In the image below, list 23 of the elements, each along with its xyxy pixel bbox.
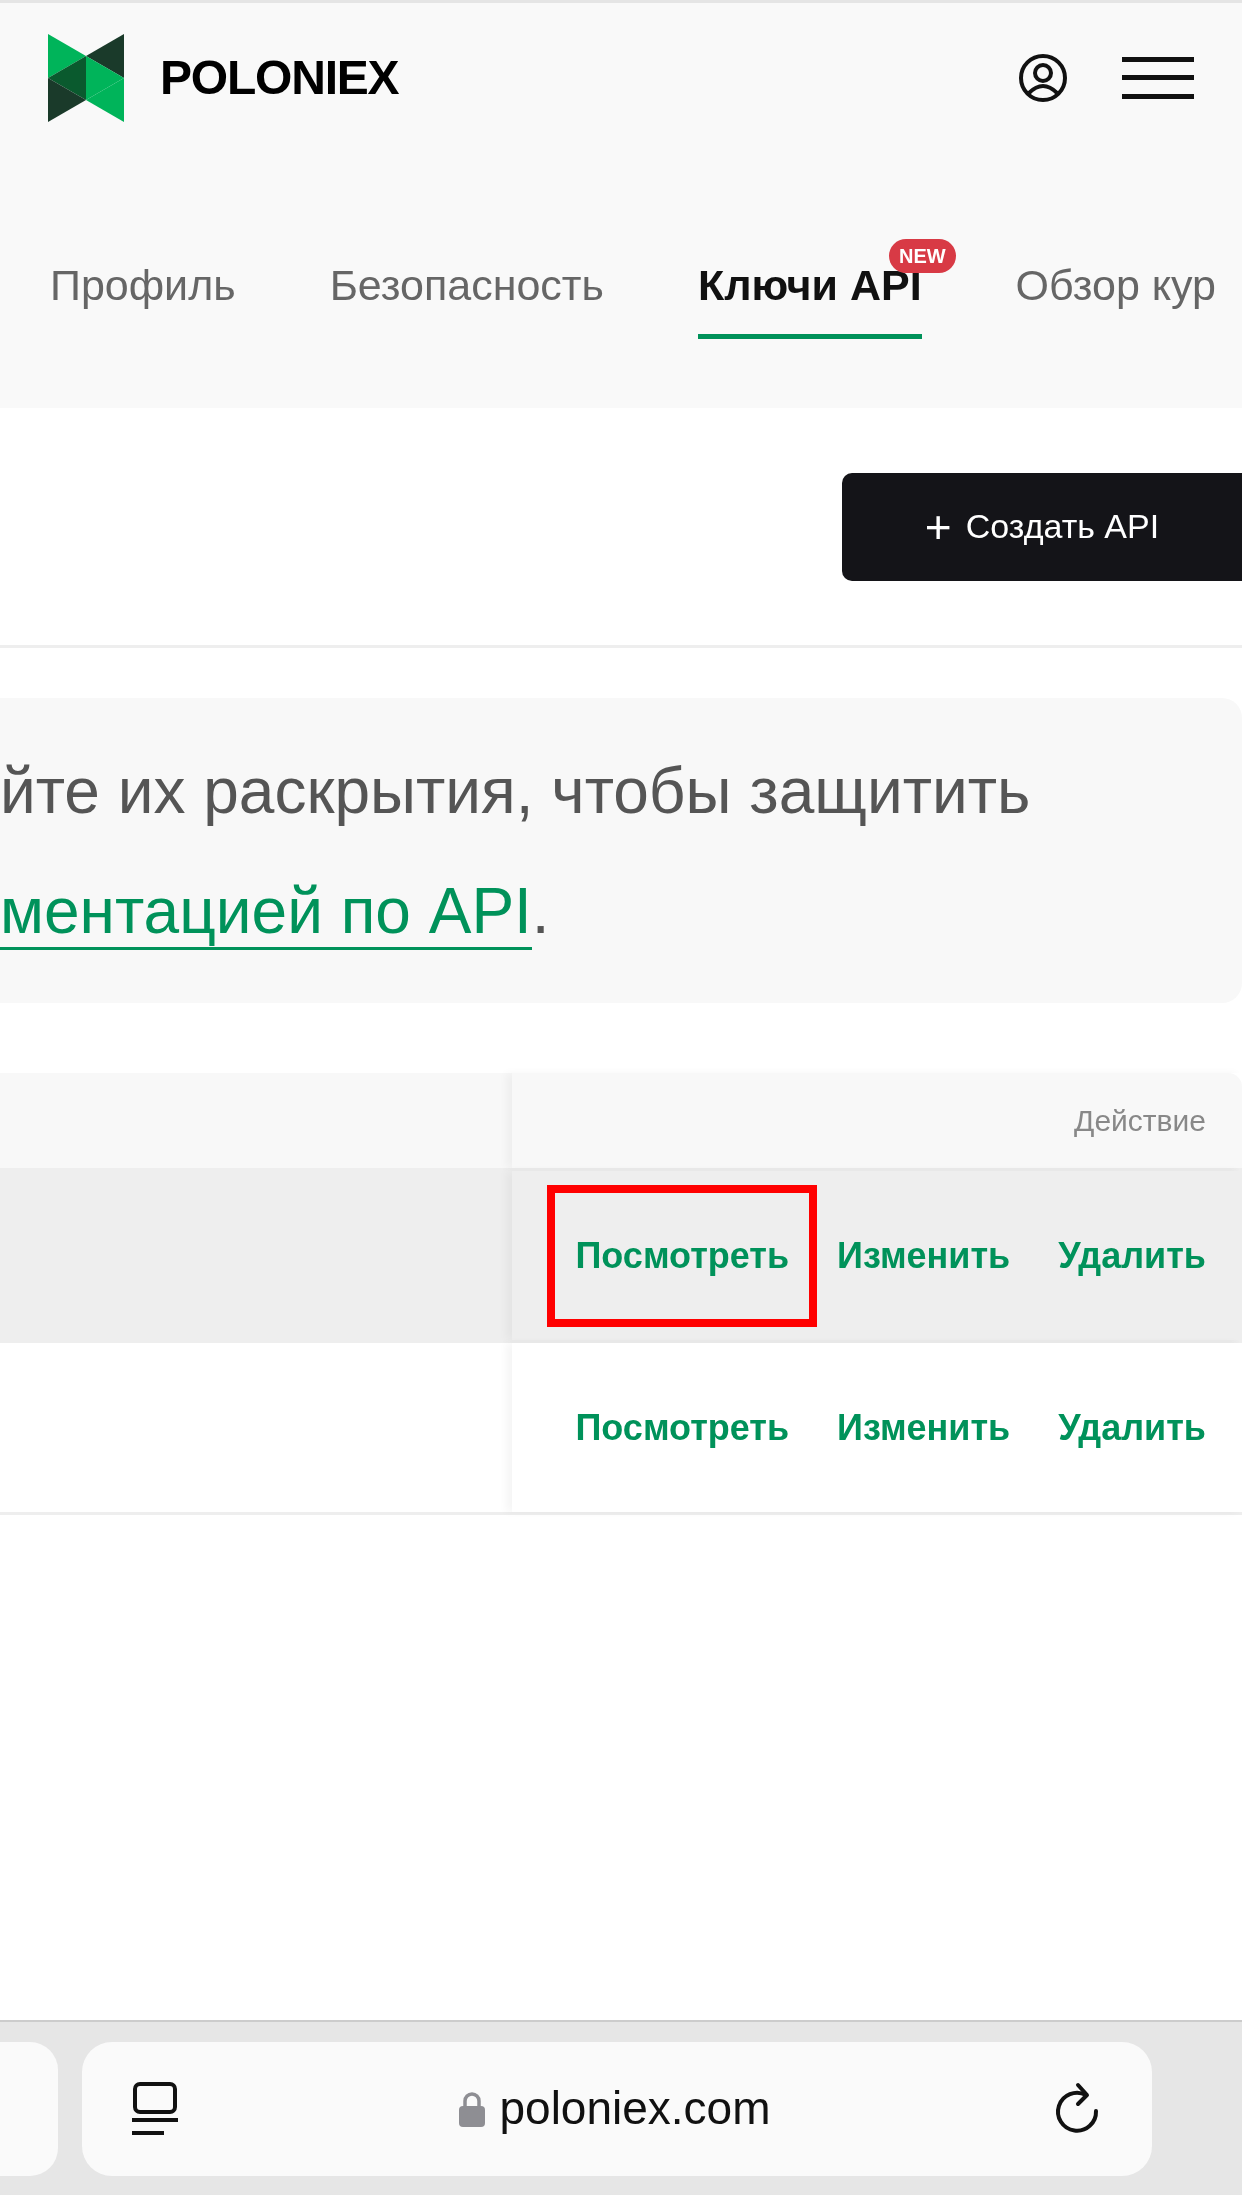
- logo-icon: [48, 34, 124, 122]
- action-link[interactable]: Изменить: [837, 1400, 1011, 1455]
- notice-text: йте их раскрытия, чтобы защитить: [0, 753, 1032, 829]
- action-link[interactable]: Изменить: [837, 1228, 1011, 1283]
- action-link[interactable]: Посмотреть: [547, 1184, 818, 1327]
- lock-icon: [459, 2090, 486, 2127]
- address-bar[interactable]: poloniex.com: [82, 2041, 1152, 2176]
- account-icon[interactable]: [1018, 53, 1068, 103]
- menu-icon[interactable]: [1122, 57, 1194, 99]
- action-link[interactable]: Удалить: [1058, 1228, 1206, 1283]
- tab[interactable]: Обзор кур: [1015, 253, 1216, 339]
- api-docs-link[interactable]: ментацией по API: [0, 874, 532, 950]
- logo-text: POLONIEX: [160, 50, 399, 106]
- tabs-overview-icon[interactable]: [132, 2080, 178, 2137]
- tab[interactable]: Безопасность: [329, 253, 604, 339]
- url-text: poloniex.com: [499, 2081, 771, 2136]
- create-api-button[interactable]: + Создать API: [842, 472, 1242, 581]
- notice-text: ментацией по API.: [0, 862, 1242, 959]
- tab[interactable]: Профиль: [50, 253, 236, 339]
- action-link[interactable]: Удалить: [1058, 1400, 1206, 1455]
- plus-icon: +: [924, 503, 952, 550]
- column-header: Действие: [1074, 1103, 1206, 1139]
- action-link[interactable]: Посмотреть: [575, 1400, 790, 1455]
